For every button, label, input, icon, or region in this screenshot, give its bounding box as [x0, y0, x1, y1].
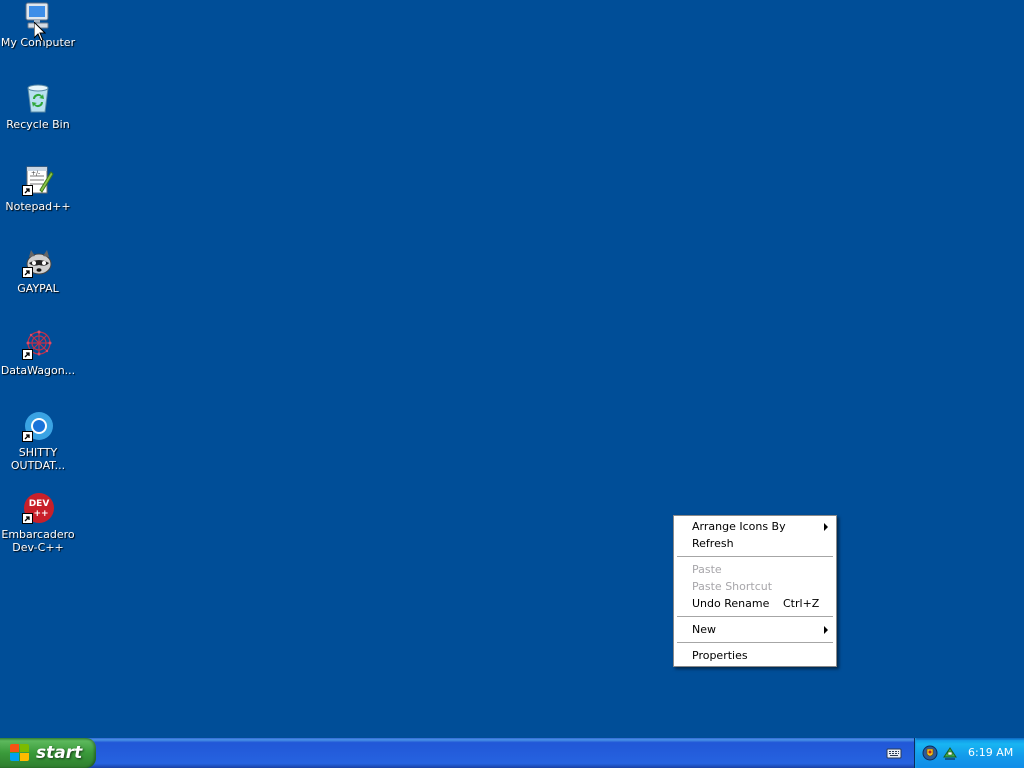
desktop-icon-label: GAYPAL	[17, 282, 59, 295]
shortcut-arrow-icon	[22, 431, 33, 442]
menu-separator	[677, 642, 833, 643]
menu-item-new[interactable]: New	[674, 621, 836, 638]
menu-item-paste: Paste	[674, 561, 836, 578]
desktop-icon-label: SHITTY OUTDAT...	[10, 446, 66, 472]
desktop-icon-label: Recycle Bin	[6, 118, 70, 131]
menu-separator	[677, 556, 833, 557]
shortcut-arrow-icon	[22, 267, 33, 278]
svg-text:+/-: +/-	[31, 170, 40, 177]
menu-item-label: Undo Rename	[692, 597, 770, 610]
submenu-arrow-icon	[824, 626, 828, 634]
recycle-bin-icon	[22, 82, 54, 114]
desktop-icon-label: Embarcadero Dev-C++	[1, 528, 75, 554]
browser-icon	[22, 410, 54, 442]
security-shield-icon[interactable]	[922, 745, 938, 761]
raccoon-icon	[22, 246, 54, 278]
menu-separator	[677, 616, 833, 617]
desktop-context-menu: Arrange Icons By Refresh Paste Paste Sho…	[673, 515, 837, 667]
menu-item-refresh[interactable]: Refresh	[674, 535, 836, 552]
menu-item-label: Arrange Icons By	[692, 520, 786, 533]
keyboard-icon[interactable]	[886, 746, 902, 760]
menu-item-properties[interactable]: Properties	[674, 647, 836, 664]
start-button[interactable]: start	[0, 738, 96, 768]
shortcut-arrow-icon	[22, 349, 33, 360]
start-button-label: start	[36, 743, 83, 763]
notepad-plus-plus-icon: +/-	[22, 164, 54, 196]
desktop-icon-recycle-bin[interactable]: Recycle Bin	[0, 82, 76, 131]
shortcut-arrow-icon	[22, 513, 33, 524]
menu-item-shortcut: Ctrl+Z	[783, 597, 820, 610]
desktop-icon-datawagon[interactable]: DataWagon...	[0, 328, 76, 377]
svg-text:DEV: DEV	[29, 499, 50, 509]
desktop-icon-gaypal[interactable]: GAYPAL	[0, 246, 76, 295]
desktop-icon-label: DataWagon...	[0, 364, 76, 377]
menu-item-paste-shortcut: Paste Shortcut	[674, 578, 836, 595]
system-tray: 6:19 AM	[914, 738, 1024, 768]
desktop-icon-embarcadero-dev-cpp[interactable]: DEV ++ Embarcadero Dev-C++	[0, 492, 76, 554]
menu-item-arrange-icons-by[interactable]: Arrange Icons By	[674, 518, 836, 535]
shortcut-arrow-icon	[22, 185, 33, 196]
svg-text:++: ++	[33, 509, 48, 519]
clock[interactable]: 6:19 AM	[968, 738, 1013, 768]
menu-item-label: Paste Shortcut	[692, 580, 773, 593]
mouse-cursor-icon	[34, 22, 46, 42]
menu-item-label: Paste	[692, 563, 722, 576]
menu-item-label: Refresh	[692, 537, 734, 550]
menu-item-label: New	[692, 623, 716, 636]
windows-logo-icon	[10, 744, 30, 762]
submenu-arrow-icon	[824, 523, 828, 531]
desktop-icon-notepad-plus-plus[interactable]: +/- Notepad++	[0, 164, 76, 213]
taskbar: start 6:19 AM	[0, 738, 1024, 768]
dev-cpp-icon: DEV ++	[22, 492, 54, 524]
desktop-icon-shitty-outdated[interactable]: SHITTY OUTDAT...	[0, 410, 76, 472]
datawagon-icon	[22, 328, 54, 360]
menu-item-label: Properties	[692, 649, 748, 662]
desktop-icon-label: Notepad++	[5, 200, 71, 213]
menu-item-undo-rename[interactable]: Undo Rename Ctrl+Z	[674, 595, 836, 612]
network-icon[interactable]	[942, 745, 958, 761]
